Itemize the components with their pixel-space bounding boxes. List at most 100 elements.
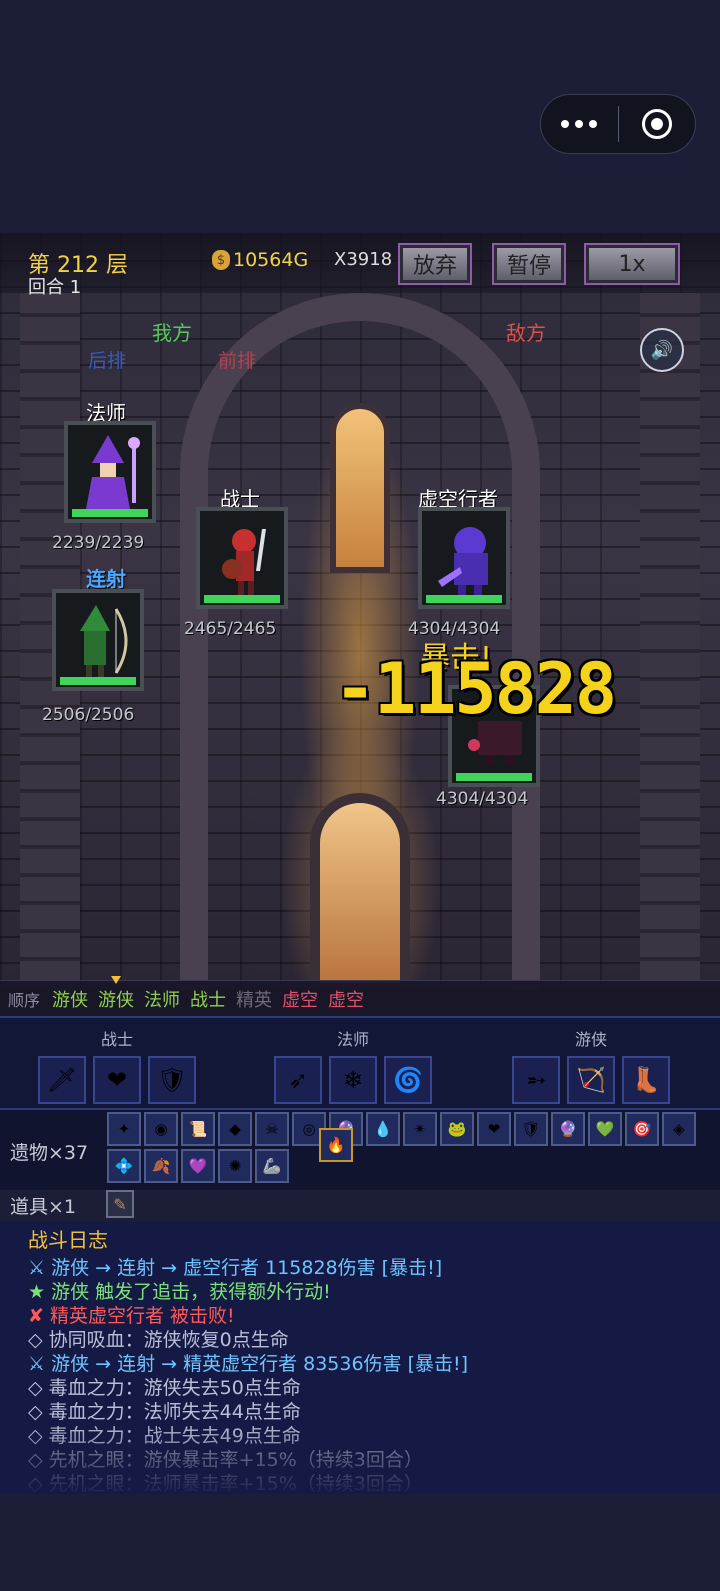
bottom-background <box>0 1494 720 1591</box>
damage-number: -115828 <box>334 648 617 730</box>
relic-icon[interactable]: 📜 <box>181 1112 215 1146</box>
ranger-skill-popup: 连射 <box>86 567 126 591</box>
battle-log-line: ◇ 协同吸血：游侠恢复0点生命 <box>28 1329 289 1351</box>
relic-icon[interactable]: 🍂 <box>144 1149 178 1183</box>
turn-order-item: 法师 <box>144 990 181 1011</box>
relics-panel: 遗物×37 ✦🔥◉📜🐉◆☠💍◎🔮🪶💧✴🔥🐸❤☯🛡🔮🍀💚🎯⚙◈💠🌙🍂💜🔥✺🦾 <box>0 1110 720 1190</box>
mage-skill-group: 法师 ➶ ❄ 🌀 <box>274 1026 432 1104</box>
turn-order-item: 游侠 <box>98 976 134 1012</box>
ranger-skill-group: 游侠 ➵ 🏹 👢 <box>512 1026 670 1104</box>
relic-icon[interactable]: 💚 <box>588 1112 622 1146</box>
ranger-skill-icon[interactable]: 🏹 <box>567 1056 615 1104</box>
mage-hp-text: 2239/2239 <box>52 533 145 553</box>
speed-button[interactable]: 1x <box>584 243 680 285</box>
battle-log-line: ◇ 毒血之力：游侠失去50点生命 <box>28 1377 301 1399</box>
turn-order-item: 精英 <box>236 990 273 1011</box>
abandon-button[interactable]: 放弃 <box>398 243 472 285</box>
relic-icon[interactable]: ✺ <box>218 1149 252 1183</box>
relic-icon[interactable]: ✴ <box>403 1112 437 1146</box>
turn-order-item: 游侠 <box>52 990 89 1011</box>
glowing-window <box>330 403 390 573</box>
turn-order-item: 虚空 <box>328 990 365 1011</box>
mage-hp-bar <box>72 509 148 517</box>
turn-order-list: 游侠 游侠 法师 战士 精英 虚空 虚空 <box>52 976 374 1012</box>
ranger-hp-bar <box>60 677 136 685</box>
relic-icon[interactable]: 🎯 <box>625 1112 659 1146</box>
gold-value: 10564G <box>233 249 309 271</box>
glowing-doorway <box>310 793 410 990</box>
back-row-label: 后排 <box>88 350 127 372</box>
battle-log-line: ◇ 毒血之力：法师失去44点生命 <box>28 1401 301 1423</box>
void-walker-hp-bar <box>426 595 502 603</box>
battle-log-line: ⚔ 游侠 → 连射 → 精英虚空行者 83536伤害 [暴击!] <box>28 1353 469 1375</box>
enemy-side-label: 敌方 <box>506 321 546 345</box>
ranger-portrait[interactable] <box>52 589 144 691</box>
stone-pillar-right <box>640 293 700 990</box>
battle-log-line: ★ 游侠 触发了追击，获得额外行动! <box>28 1281 331 1303</box>
void-walker-portrait[interactable] <box>418 507 510 609</box>
gold-counter: $ 10564G <box>212 249 308 271</box>
warrior-hp-bar <box>204 595 280 603</box>
mage-skill-icon[interactable]: 🌀 <box>384 1056 432 1104</box>
skills-panel: 战士 🗡 ❤ 🛡 法师 ➶ ❄ 🌀 游侠 ➵ 🏹 👢 <box>0 1016 720 1110</box>
ranger-skill-icon[interactable]: 👢 <box>622 1056 670 1104</box>
relic-icon[interactable]: ◉ <box>144 1112 178 1146</box>
mage-skill-group-label: 法师 <box>336 1030 369 1049</box>
relic-icon[interactable]: 🐸 <box>440 1112 474 1146</box>
warrior-skill-icons: 🗡 ❤ 🛡 <box>38 1056 196 1104</box>
relic-icon[interactable]: ◆ <box>218 1112 252 1146</box>
items-label: 道具×1 <box>10 1196 77 1218</box>
mage-skill-icons: ➶ ❄ 🌀 <box>274 1056 432 1104</box>
ranger-skill-icons: ➵ 🏹 👢 <box>512 1056 670 1104</box>
warrior-hp-text: 2465/2465 <box>184 619 277 639</box>
turn-order-item: 虚空 <box>282 990 319 1011</box>
elite-void-walker-hp-bar <box>456 773 532 781</box>
mage-portrait[interactable] <box>64 421 156 523</box>
relic-icon[interactable]: 🔮 <box>551 1112 585 1146</box>
warrior-skill-group: 战士 🗡 ❤ 🛡 <box>38 1026 196 1104</box>
elite-void-walker-hp-text: 4304/4304 <box>436 789 529 809</box>
pause-button[interactable]: 暂停 <box>492 243 566 285</box>
warrior-sprite <box>222 529 266 595</box>
ally-side-label: 我方 <box>152 321 192 345</box>
relic-grid: ✦🔥◉📜🐉◆☠💍◎🔮🪶💧✴🔥🐸❤☯🛡🔮🍀💚🎯⚙◈💠🌙🍂💜🔥✺🦾 <box>107 1112 707 1183</box>
mage-skill-icon[interactable]: ➶ <box>274 1056 322 1104</box>
turn-order-bar: 顺序 游侠 游侠 法师 战士 精英 虚空 虚空 <box>0 976 720 1017</box>
relic-icon[interactable]: 🔥 <box>319 1128 353 1162</box>
relic-icon[interactable]: ☠ <box>255 1112 289 1146</box>
turn-order-label: 顺序 <box>8 991 41 1010</box>
current-turn-marker-icon <box>111 976 122 984</box>
front-row-label: 前排 <box>218 350 257 372</box>
warrior-skill-icon[interactable]: ❤ <box>93 1056 141 1104</box>
relic-icon[interactable]: 🦾 <box>255 1149 289 1183</box>
warrior-skill-icon[interactable]: 🛡 <box>148 1056 196 1104</box>
relic-icon[interactable]: ◈ <box>662 1112 696 1146</box>
gem-counter: X3918 <box>334 249 393 270</box>
relic-icon[interactable]: ❤ <box>477 1112 511 1146</box>
battle-log-title: 战斗日志 <box>28 1228 108 1252</box>
warrior-skill-group-label: 战士 <box>100 1030 133 1049</box>
relics-label: 遗物×37 <box>10 1142 89 1164</box>
mage-skill-icon[interactable]: ❄ <box>329 1056 377 1104</box>
speaker-icon[interactable]: 🔊 <box>640 328 684 372</box>
ranger-sprite <box>80 605 128 679</box>
more-dots-icon[interactable] <box>541 120 618 128</box>
void-walker-sprite <box>438 527 488 595</box>
warrior-portrait[interactable] <box>196 507 288 609</box>
ranger-skill-icon[interactable]: ➵ <box>512 1056 560 1104</box>
relic-icon[interactable]: 🛡 <box>514 1112 548 1146</box>
mage-sprite <box>86 435 140 509</box>
target-circle-icon[interactable] <box>619 109 696 139</box>
relic-icon[interactable]: 💠 <box>107 1149 141 1183</box>
warrior-skill-icon[interactable]: 🗡 <box>38 1056 86 1104</box>
round-label: 回合 1 <box>28 277 82 298</box>
battle-log-fade <box>0 1424 720 1494</box>
scroll-icon[interactable]: ✎ <box>106 1190 134 1218</box>
relic-icon[interactable]: 💜 <box>181 1149 215 1183</box>
battle-log-line: ⚔ 游侠 → 连射 → 虚空行者 115828伤害 [暴击!] <box>28 1257 443 1279</box>
relic-icon[interactable]: ✦ <box>107 1112 141 1146</box>
turn-order-item: 战士 <box>190 990 227 1011</box>
money-bag-icon: $ <box>212 250 230 270</box>
relic-icon[interactable]: 💧 <box>366 1112 400 1146</box>
ranger-hp-text: 2506/2506 <box>42 705 135 725</box>
